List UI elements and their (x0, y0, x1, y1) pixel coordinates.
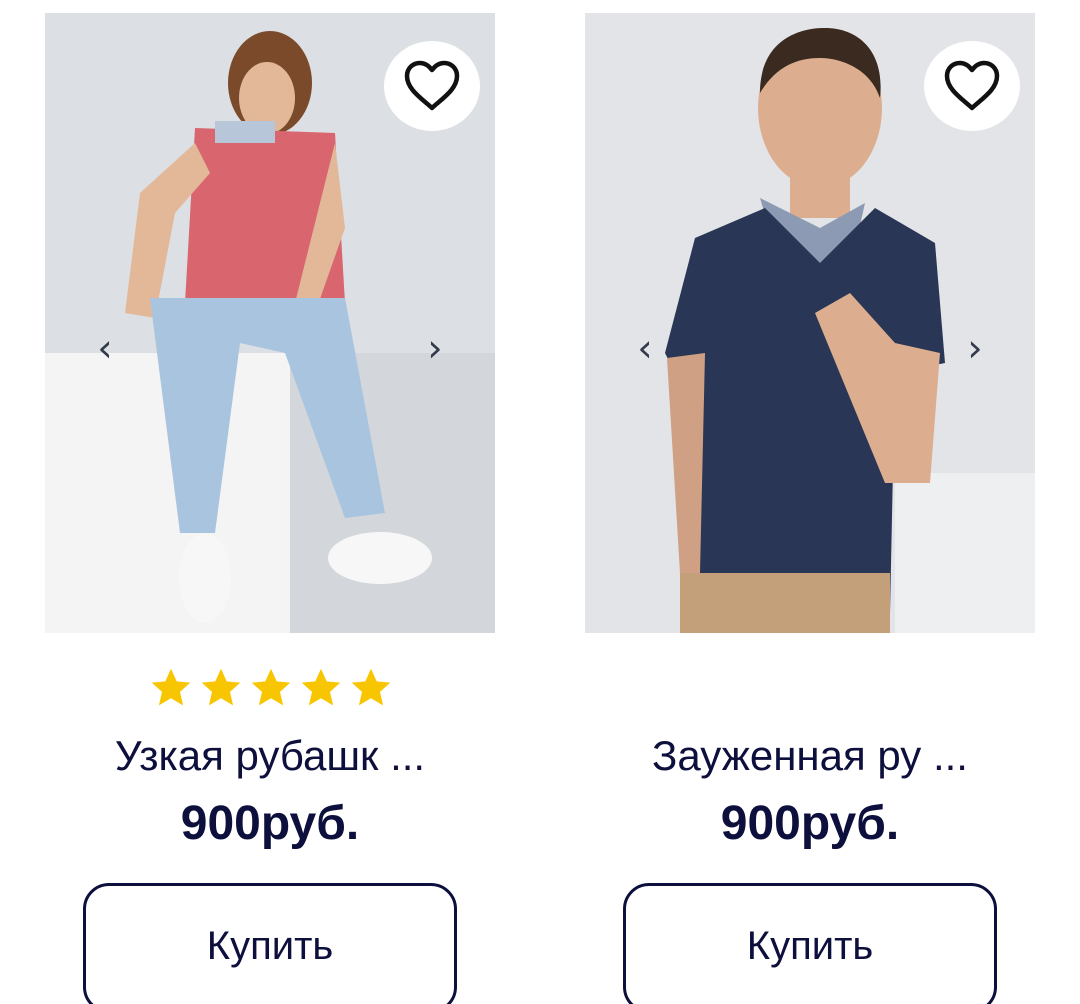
star-icon (301, 668, 341, 706)
star-icon (351, 668, 391, 706)
next-image-arrow-icon[interactable]: › (955, 313, 995, 383)
heart-outline-icon (944, 60, 1000, 111)
product-price: 900руб. (180, 797, 360, 850)
rating-stars (148, 666, 394, 712)
heart-outline-icon (404, 60, 460, 111)
product-card: ‹ › Зауженная ру ... 900руб. Купить (585, 0, 1035, 1004)
product-image[interactable]: ‹ › (585, 13, 1035, 633)
product-title[interactable]: Узкая рубашк ... (45, 732, 495, 780)
product-title[interactable]: Зауженная ру ... (585, 732, 1035, 780)
star-icon (251, 668, 291, 706)
favorite-button[interactable] (924, 41, 1020, 131)
previous-image-arrow-icon[interactable]: ‹ (625, 313, 665, 383)
star-icon (201, 668, 241, 706)
product-image[interactable]: ‹ › (45, 13, 495, 633)
previous-image-arrow-icon[interactable]: ‹ (85, 313, 125, 383)
buy-button[interactable]: Купить (623, 883, 997, 1004)
product-price: 900руб. (720, 797, 900, 850)
buy-button[interactable]: Купить (83, 883, 457, 1004)
product-card: ‹ › Узкая рубашк ... 900руб. Купить (45, 0, 495, 1004)
next-image-arrow-icon[interactable]: › (415, 313, 455, 383)
product-grid: ‹ › Узкая рубашк ... 900руб. Купить ‹ › … (0, 0, 1080, 1004)
star-icon (151, 668, 191, 706)
favorite-button[interactable] (384, 41, 480, 131)
